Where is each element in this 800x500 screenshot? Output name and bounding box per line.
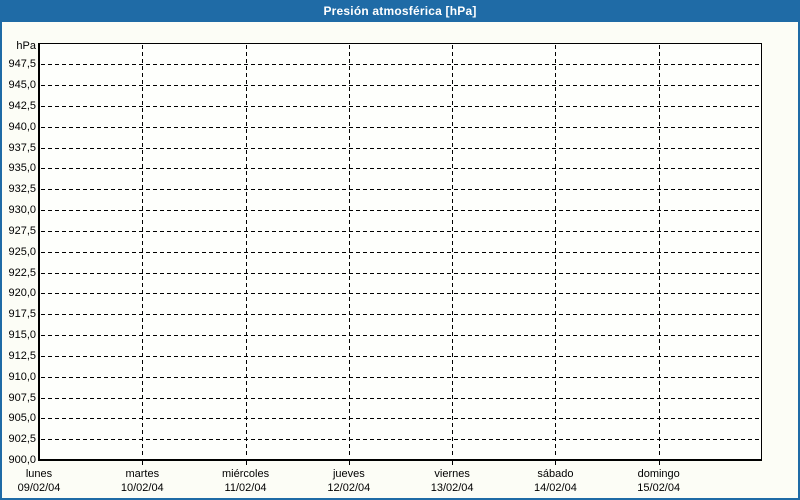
y-tick-label: 907,5 xyxy=(8,391,36,404)
x-axis-date-label: 12/02/04 xyxy=(327,482,371,494)
y-tick-label: 942,5 xyxy=(8,99,36,112)
x-axis-date-label: 10/02/04 xyxy=(120,482,164,494)
y-axis-unit-label: hPa xyxy=(16,40,36,52)
y-tick-label: 912,5 xyxy=(8,349,36,362)
y-tick-label: 925,0 xyxy=(8,245,36,258)
x-axis-day-label: domingo xyxy=(637,468,680,480)
y-tick-label: 922,5 xyxy=(8,266,36,279)
x-axis-day-label: jueves xyxy=(332,468,365,480)
chart-title: Presión atmosférica [hPa] xyxy=(323,4,477,18)
y-tick-label: 900,0 xyxy=(8,454,36,466)
y-tick-label: 935,0 xyxy=(8,162,36,175)
y-tick-label: 920,0 xyxy=(8,287,36,300)
x-axis-day-label: viernes xyxy=(434,468,470,480)
x-axis-day-label: martes xyxy=(125,468,160,480)
y-tick-label: 915,0 xyxy=(8,329,36,342)
plot-grid xyxy=(38,43,762,465)
y-tick-label: 940,0 xyxy=(8,120,36,133)
y-tick-label: 930,0 xyxy=(8,204,36,217)
x-axis-day-label: lunes xyxy=(25,468,53,480)
x-axis-day-label: sábado xyxy=(537,468,574,480)
y-tick-label: 937,5 xyxy=(8,141,36,154)
y-tick-label: 905,0 xyxy=(8,412,36,425)
x-axis-day-label: miércoles xyxy=(222,468,270,480)
x-axis-date-label: 15/02/04 xyxy=(637,482,681,494)
x-axis-date-label: 11/02/04 xyxy=(224,482,267,494)
y-tick-label: 927,5 xyxy=(8,224,36,237)
y-tick-label: 945,0 xyxy=(8,79,36,92)
chart-content: hPa 947,5 945,0 942,5 940,0 937,5 935,0 932,5 9… xyxy=(2,22,798,498)
y-tick-label: 917,5 xyxy=(8,308,36,321)
title-bar: Presión atmosférica [hPa] xyxy=(0,0,800,22)
x-axis-date-label: 09/02/04 xyxy=(17,482,61,494)
x-axis-date-label: 13/02/04 xyxy=(430,482,474,494)
x-axis-date-label: 14/02/04 xyxy=(534,482,577,494)
y-tick-label: 932,5 xyxy=(8,183,36,196)
y-tick-label: 902,5 xyxy=(8,433,36,446)
y-tick-label: 947,5 xyxy=(8,58,36,71)
y-tick-label: 910,0 xyxy=(8,370,36,383)
chart-window: Presión atmosférica [hPa] hPa 947,5 945,0… xyxy=(0,0,800,500)
